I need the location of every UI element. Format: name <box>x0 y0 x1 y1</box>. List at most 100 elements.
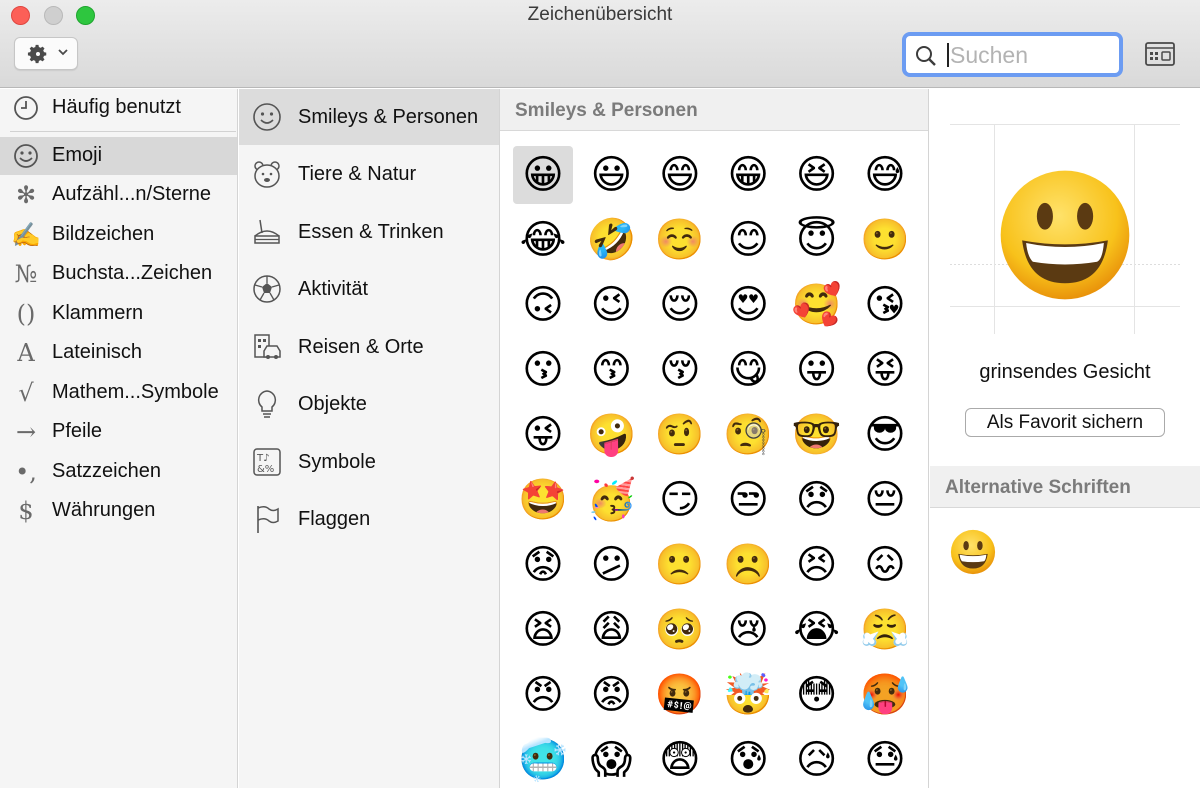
category-tiere-natur[interactable]: Tiere & Natur <box>239 146 499 202</box>
emoji-cell[interactable]: 😠 <box>513 666 573 724</box>
emoji-cell[interactable]: 😜 <box>513 406 573 464</box>
category-objekte[interactable]: Objekte <box>239 376 499 432</box>
emoji-cell[interactable]: 😣 <box>787 536 847 594</box>
sidebar: Häufig benutzt Emoji ✻ Aufzähl...n/Stern… <box>0 89 238 788</box>
sidebar-item-aufzaehlungen-sterne[interactable]: ✻ Aufzähl...n/Sterne <box>0 176 237 214</box>
square-root-icon: √ <box>18 379 34 407</box>
emoji-cell[interactable]: 😌 <box>650 276 710 334</box>
emoji-cell[interactable]: 😡 <box>581 666 641 724</box>
emoji-cell[interactable]: 😘 <box>855 276 915 334</box>
emoji-cell[interactable]: 😀 <box>513 146 573 204</box>
emoji-cell[interactable]: 😙 <box>581 341 641 399</box>
emoji-cell[interactable]: 😖 <box>855 536 915 594</box>
emoji-cell[interactable]: 😊 <box>718 211 778 269</box>
action-menu-button[interactable] <box>14 37 78 70</box>
emoji-cell[interactable]: 🙁 <box>650 536 710 594</box>
emoji-cell[interactable]: 🧐 <box>718 406 778 464</box>
emoji-cell[interactable]: 😕 <box>581 536 641 594</box>
sidebar-item-lateinisch[interactable]: A Lateinisch <box>0 334 237 372</box>
emoji-cell[interactable]: 😔 <box>855 471 915 529</box>
emoji-cell[interactable]: 😨 <box>650 731 710 789</box>
sidebar-item-haeufig-benutzt[interactable]: Häufig benutzt <box>0 89 237 127</box>
chevron-down-icon <box>58 49 68 56</box>
emoji-cell[interactable]: 😟 <box>513 536 573 594</box>
emoji-cell[interactable]: 🥳 <box>581 471 641 529</box>
category-reisen-orte[interactable]: Reisen & Orte <box>239 319 499 375</box>
emoji-cell[interactable]: ☺️ <box>650 211 710 269</box>
sidebar-item-waehrungen[interactable]: $ Währungen <box>0 492 237 530</box>
category-flaggen[interactable]: Flaggen <box>239 491 499 547</box>
emoji-cell[interactable]: 😋 <box>718 341 778 399</box>
emoji-cell[interactable]: 😩 <box>581 601 641 659</box>
sidebar-item-mathematische-symbole[interactable]: √ Mathem...Symbole <box>0 374 237 412</box>
emoji-cell[interactable]: ☹️ <box>718 536 778 594</box>
emoji-cell[interactable]: 😞 <box>787 471 847 529</box>
sidebar-item-label: Buchsta...Zeichen <box>52 262 213 284</box>
emoji-cell[interactable]: 🤪 <box>581 406 641 464</box>
grid-section-header: Smileys & Personen <box>500 89 928 131</box>
emoji-cell[interactable]: 😂 <box>513 211 573 269</box>
emoji-cell[interactable]: 🤩 <box>513 471 573 529</box>
emoji-cell[interactable]: 😰 <box>718 731 778 789</box>
lightbulb-icon <box>257 390 277 418</box>
emoji-cell[interactable]: 😎 <box>855 406 915 464</box>
category-label: Essen & Trinken <box>298 221 444 243</box>
sidebar-item-buchstabenaehnliche-zeichen[interactable]: № Buchsta...Zeichen <box>0 255 237 293</box>
save-favorite-button[interactable]: Als Favorit sichern <box>965 408 1165 437</box>
category-label: Symbole <box>298 451 376 473</box>
emoji-cell[interactable]: 😫 <box>513 601 573 659</box>
emoji-cell[interactable]: 😥 <box>787 731 847 789</box>
sidebar-item-label: Pfeile <box>52 420 103 442</box>
emoji-cell[interactable]: 😗 <box>513 341 573 399</box>
category-label: Aktivität <box>298 278 369 300</box>
emoji-cell[interactable]: 🥵 <box>855 666 915 724</box>
emoji-cell[interactable]: 🥺 <box>650 601 710 659</box>
category-aktivitaet[interactable]: Aktivität <box>239 261 499 317</box>
emoji-cell[interactable]: 😍 <box>718 276 778 334</box>
emoji-cell[interactable]: 😓 <box>855 731 915 789</box>
emoji-cell[interactable]: 😁 <box>718 146 778 204</box>
emoji-cell[interactable]: 🥶 <box>513 731 573 789</box>
category-symbole[interactable]: T♪ &% Symbole <box>239 434 499 490</box>
emoji-cell[interactable]: 😒 <box>718 471 778 529</box>
alternative-font-glyph[interactable] <box>950 529 996 575</box>
emoji-cell[interactable]: 😄 <box>650 146 710 204</box>
category-essen-trinken[interactable]: Essen & Trinken <box>239 204 499 260</box>
emoji-cell[interactable]: 😱 <box>581 731 641 789</box>
emoji-cell[interactable]: 🙂 <box>855 211 915 269</box>
emoji-cell[interactable]: 😛 <box>787 341 847 399</box>
detail-pane: grinsendes Gesicht Als Favorit sichern A… <box>930 89 1200 788</box>
emoji-cell[interactable]: 😤 <box>855 601 915 659</box>
emoji-cell[interactable]: 🙃 <box>513 276 573 334</box>
emoji-cell[interactable]: 😃 <box>581 146 641 204</box>
category-label: Flaggen <box>298 508 371 530</box>
sidebar-item-emoji[interactable]: Emoji <box>0 137 237 175</box>
keyboard-viewer-button[interactable] <box>1144 40 1176 68</box>
parentheses-icon: () <box>16 300 36 328</box>
search-input[interactable] <box>950 39 1110 71</box>
emoji-cell[interactable]: 🥰 <box>787 276 847 334</box>
emoji-cell[interactable]: 😭 <box>787 601 847 659</box>
emoji-cell[interactable]: 🤣 <box>581 211 641 269</box>
emoji-cell[interactable]: 😝 <box>855 341 915 399</box>
sidebar-item-label: Aufzähl...n/Sterne <box>52 183 211 205</box>
emoji-cell[interactable]: 🤓 <box>787 406 847 464</box>
sidebar-item-pfeile[interactable]: → Pfeile <box>0 413 237 451</box>
sidebar-item-klammern[interactable]: () Klammern <box>0 295 237 333</box>
category-smileys-personen[interactable]: Smileys & Personen <box>239 89 499 145</box>
emoji-cell[interactable]: 🤯 <box>718 666 778 724</box>
emoji-cell[interactable]: 😳 <box>787 666 847 724</box>
sidebar-item-satzzeichen[interactable]: •, Satzzeichen <box>0 453 237 491</box>
emoji-cell[interactable]: 🤨 <box>650 406 710 464</box>
emoji-cell[interactable]: 😇 <box>787 211 847 269</box>
category-label: Tiere & Natur <box>298 163 417 185</box>
emoji-cell[interactable]: 🤬 <box>650 666 710 724</box>
emoji-cell[interactable]: 😅 <box>855 146 915 204</box>
emoji-cell[interactable]: 😏 <box>650 471 710 529</box>
search-field[interactable] <box>902 32 1123 77</box>
emoji-cell[interactable]: 😚 <box>650 341 710 399</box>
emoji-cell[interactable]: 😢 <box>718 601 778 659</box>
emoji-cell[interactable]: 😉 <box>581 276 641 334</box>
sidebar-item-bildzeichen[interactable]: ✍ Bildzeichen <box>0 216 237 254</box>
emoji-cell[interactable]: 😆 <box>787 146 847 204</box>
